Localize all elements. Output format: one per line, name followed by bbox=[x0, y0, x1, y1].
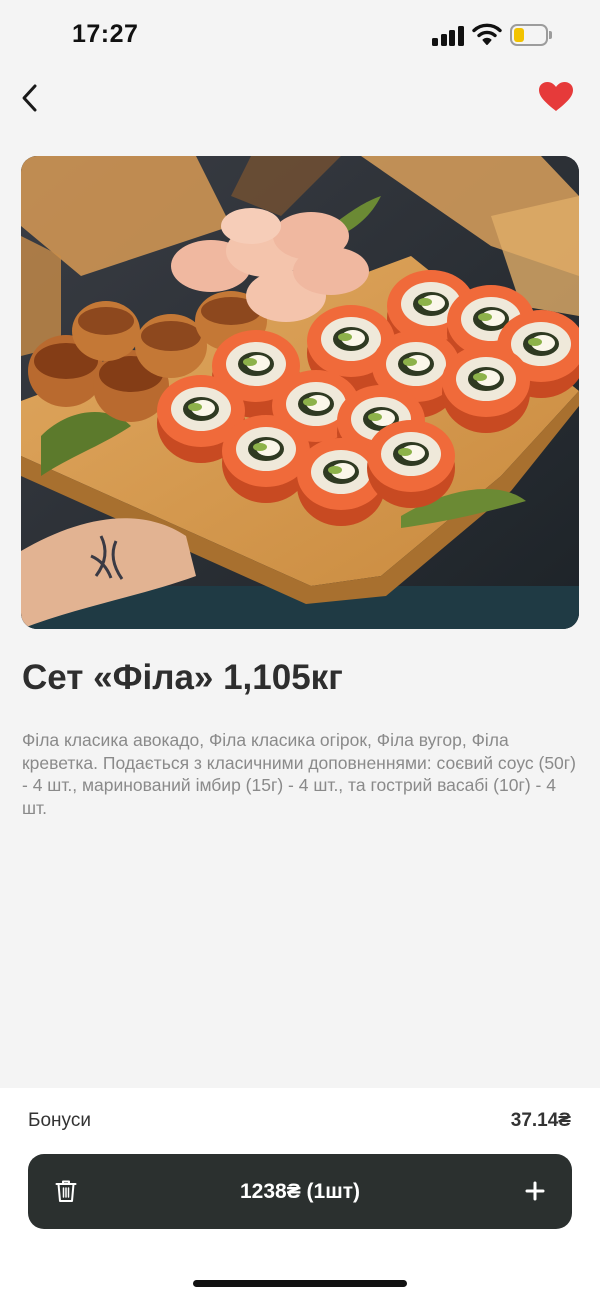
product-title: Сет «Філа» 1,105кг bbox=[22, 658, 343, 697]
plus-icon bbox=[525, 1181, 545, 1201]
trash-icon bbox=[55, 1180, 77, 1202]
bonus-label: Бонуси bbox=[28, 1110, 91, 1131]
battery-low-icon bbox=[510, 24, 552, 46]
increase-quantity-button[interactable] bbox=[516, 1172, 554, 1210]
home-indicator bbox=[193, 1280, 407, 1287]
status-time: 17:27 bbox=[72, 20, 139, 48]
heart-icon bbox=[539, 82, 573, 111]
bottom-panel: Бонуси 37.14₴ 1238₴ (1шт) bbox=[0, 1088, 600, 1298]
wifi-icon bbox=[472, 22, 502, 46]
favorite-button[interactable] bbox=[534, 76, 578, 118]
back-button[interactable] bbox=[10, 78, 50, 118]
product-image bbox=[21, 156, 579, 629]
remove-from-cart-button[interactable] bbox=[48, 1172, 84, 1210]
chevron-left-icon bbox=[22, 84, 37, 112]
product-description: Філа класика авокадо, Філа класика огіро… bbox=[22, 730, 576, 818]
sushi-set-photo bbox=[21, 156, 579, 629]
cart-bar: 1238₴ (1шт) bbox=[28, 1154, 572, 1229]
status-bar: 17:27 bbox=[0, 0, 600, 70]
cart-price-label: 1238₴ (1шт) bbox=[239, 1179, 360, 1203]
bonus-value: 37.14₴ bbox=[510, 1110, 571, 1131]
cellular-signal-icon bbox=[432, 26, 464, 46]
